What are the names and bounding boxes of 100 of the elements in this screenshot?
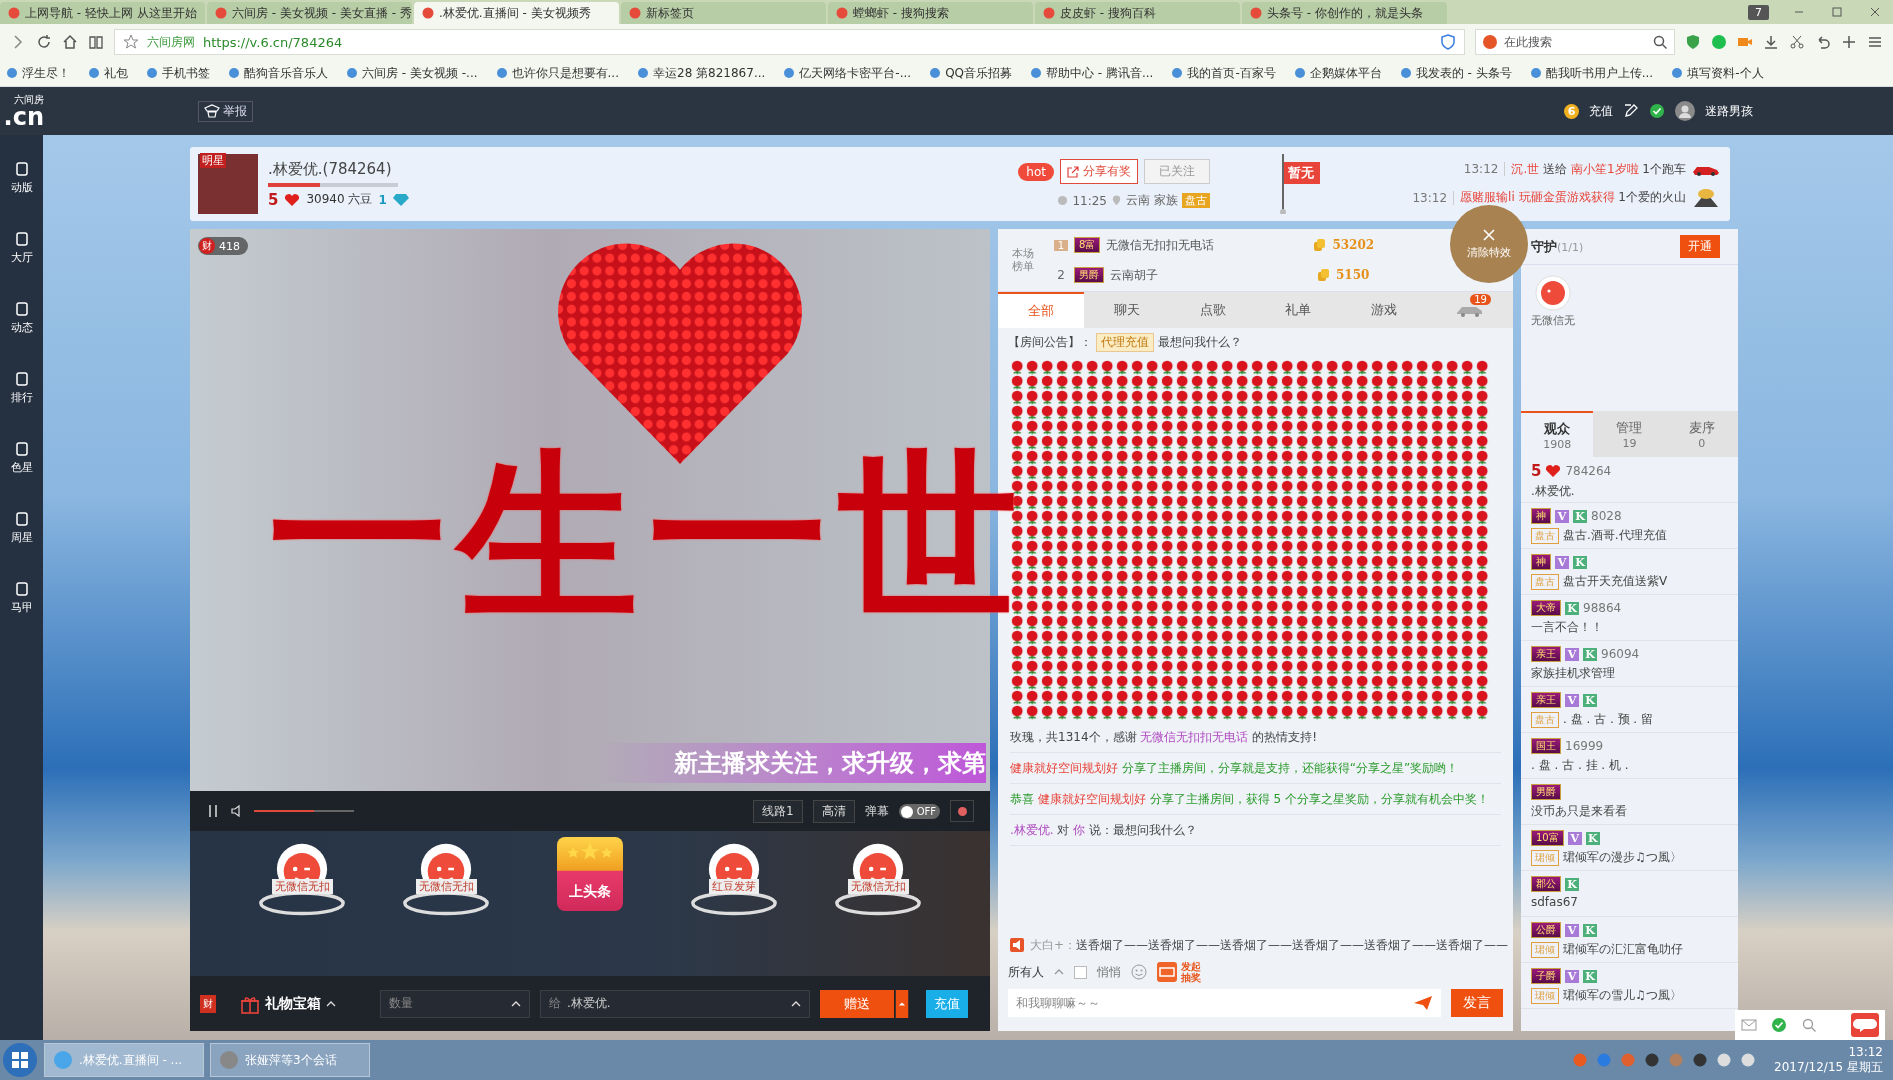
- user-name[interactable]: 云南胡子: [1110, 266, 1310, 284]
- pause-icon[interactable]: [206, 804, 220, 818]
- user-link[interactable]: 你: [1073, 823, 1086, 837]
- maximize-icon[interactable]: [1831, 6, 1843, 18]
- tray-icon[interactable]: [1740, 1052, 1756, 1068]
- browser-tab[interactable]: 皮皮虾 - 搜狗百科: [1035, 2, 1240, 24]
- refresh-icon[interactable]: [36, 34, 52, 50]
- browser-tab[interactable]: .林爱优.直播间 - 美女视频秀: [414, 2, 619, 24]
- browser-tab[interactable]: 六间房 - 美女视频 - 美女直播 - 秀: [207, 2, 412, 24]
- bookmark-item[interactable]: 手机书签: [146, 64, 210, 82]
- bookmark-item[interactable]: 企鹅媒体平台: [1293, 64, 1382, 82]
- audience-item[interactable]: 10富 V K 珺倾 珺倾军の漫步♫つ風〉: [1521, 825, 1738, 871]
- bookmark-item[interactable]: 我的首页-百家号: [1171, 64, 1276, 82]
- chat-bubble-icon[interactable]: [1851, 1013, 1879, 1037]
- audience-item[interactable]: 子爵 V K 珺倾 珺倾军の雪儿♫つ風〉: [1521, 963, 1738, 1009]
- book-icon[interactable]: [88, 34, 104, 50]
- browser-tab[interactable]: 头条号 - 你创作的，就是头条: [1242, 2, 1447, 24]
- search-field[interactable]: 在此搜索: [1475, 29, 1675, 55]
- audience-item[interactable]: 公爵 V K 珺倾 珺倾军の汇汇富龟叻仔: [1521, 917, 1738, 963]
- user-link[interactable]: 健康就好空间规划好: [1037, 792, 1146, 806]
- user-link[interactable]: 健康就好空间规划好: [1010, 761, 1118, 775]
- tray-icon[interactable]: [1716, 1052, 1732, 1068]
- tab-count-badge[interactable]: 7: [1748, 5, 1769, 20]
- audience-item[interactable]: 神 V K 8028 盘古 盘古.酒哥.代理充值: [1521, 503, 1738, 549]
- audience-item[interactable]: 亲王 V K 盘古 . 盘 . 古 . 预 . 留: [1521, 687, 1738, 733]
- send-gift-button[interactable]: 赠送: [820, 989, 894, 1018]
- chat-input[interactable]: 和我聊聊嘛～～: [1008, 989, 1441, 1017]
- quality-button[interactable]: 高清: [812, 799, 855, 823]
- recipient-field[interactable]: 给 .林爱优.: [540, 989, 810, 1018]
- audience-item[interactable]: 男爵 没币あ只是来看看: [1521, 779, 1738, 825]
- audience-item[interactable]: 神 V K 盘古 盘古开天充值送紫V: [1521, 549, 1738, 595]
- browser-tab[interactable]: 上网导航 - 轻快上网 从这里开始: [0, 2, 205, 24]
- dropdown-caret-icon[interactable]: [894, 989, 910, 1018]
- username-link[interactable]: 迷路男孩: [1705, 102, 1753, 120]
- gift-item[interactable]: 红豆发芽: [684, 837, 784, 917]
- sidebar-item[interactable]: 排行: [0, 360, 43, 416]
- menu-icon[interactable]: [1867, 34, 1883, 50]
- logo-text[interactable]: .cn: [3, 104, 44, 129]
- undo-icon[interactable]: [1815, 34, 1831, 50]
- chat-tab[interactable]: 点歌: [1169, 292, 1256, 328]
- recipient-label[interactable]: 所有人: [1008, 963, 1044, 981]
- user-name[interactable]: 无微信无扣扣无电话: [1106, 236, 1307, 254]
- zoom-icon[interactable]: [1801, 1017, 1817, 1033]
- sidebar-item[interactable]: 周星: [0, 500, 43, 556]
- share-button[interactable]: 分享有奖: [1060, 159, 1138, 184]
- record-button[interactable]: [950, 800, 974, 822]
- bookmark-item[interactable]: 浮生尽！: [6, 64, 70, 82]
- user-link[interactable]: 无微信无扣扣无电话: [1140, 730, 1249, 744]
- avatar-icon[interactable]: [1675, 101, 1695, 121]
- scissors-icon[interactable]: [1789, 34, 1805, 50]
- line-button[interactable]: 线路1: [753, 799, 803, 823]
- browser-tab[interactable]: 新标签页: [621, 2, 826, 24]
- browser-tab[interactable]: 螳螂虾 - 搜狗搜索: [828, 2, 1033, 24]
- chat-tab[interactable]: 聊天: [1083, 292, 1170, 328]
- check-icon[interactable]: [1771, 1017, 1787, 1033]
- open-guard-button[interactable]: 开通: [1680, 235, 1720, 258]
- tray-icon[interactable]: [1644, 1052, 1660, 1068]
- gift-item[interactable]: 无微信无扣: [252, 837, 352, 917]
- star-icon[interactable]: [123, 34, 139, 50]
- audience-item[interactable]: 5 784264 .林爱优.: [1521, 457, 1738, 503]
- report-button[interactable]: 举报: [198, 100, 253, 122]
- bookmark-item[interactable]: 礼包: [88, 64, 128, 82]
- gift-item[interactable]: 上头条: [540, 837, 640, 917]
- mail-icon[interactable]: [1741, 1017, 1757, 1033]
- audience-tab[interactable]: 麦序 0: [1665, 411, 1738, 457]
- plus-icon[interactable]: [1841, 34, 1857, 50]
- audience-tab[interactable]: 观众 1908: [1521, 411, 1594, 457]
- wealth-icon[interactable]: 财: [200, 994, 216, 1013]
- sidebar-item[interactable]: 动态: [0, 290, 43, 346]
- bookmark-item[interactable]: 酷狗音乐音乐人: [228, 64, 328, 82]
- send-button[interactable]: 发言: [1451, 989, 1503, 1017]
- sidebar-item[interactable]: 马甲: [0, 570, 43, 626]
- smiley-icon[interactable]: [1131, 964, 1147, 980]
- gift-item[interactable]: 无微信无扣: [396, 837, 496, 917]
- close-icon[interactable]: [1869, 6, 1881, 18]
- start-icon[interactable]: [2, 1042, 38, 1078]
- bookmark-item[interactable]: 填写资料-个人: [1671, 64, 1764, 82]
- audience-item[interactable]: 郡公 K sdfas67: [1521, 871, 1738, 917]
- download-icon[interactable]: [1763, 34, 1779, 50]
- sidebar-item[interactable]: 动版: [0, 150, 43, 206]
- sidebar-item[interactable]: 色星: [0, 430, 43, 486]
- whisper-checkbox[interactable]: [1074, 965, 1087, 979]
- edit-icon[interactable]: [1623, 103, 1639, 119]
- recharge-link[interactable]: 充值: [1589, 102, 1613, 120]
- chat-tab[interactable]: 全部: [998, 292, 1084, 328]
- sidebar-item[interactable]: 大厅: [0, 220, 43, 276]
- gift-item[interactable]: 无微信无扣: [828, 837, 928, 917]
- shield-icon[interactable]: [1440, 34, 1456, 50]
- gift-box-button[interactable]: 礼物宝箱: [240, 993, 370, 1014]
- search-icon[interactable]: [1652, 34, 1668, 50]
- bookmark-item[interactable]: QQ音乐招募: [929, 64, 1012, 82]
- audience-tab[interactable]: 管理 19: [1593, 411, 1666, 457]
- home-icon[interactable]: [62, 34, 78, 50]
- check-icon[interactable]: [1649, 103, 1665, 119]
- guard-member[interactable]: 无微信无: [1531, 275, 1575, 328]
- chat-tab[interactable]: 礼单: [1255, 292, 1342, 328]
- audience-item[interactable]: 大帝 K 98864 一言不合！！: [1521, 595, 1738, 641]
- audience-item[interactable]: 亲王 V K 96094 家族挂机求管理: [1521, 641, 1738, 687]
- tray-icon[interactable]: [1692, 1052, 1708, 1068]
- audience-item[interactable]: 国王 16999 . 盘 . 古 . 挂 . 机 .: [1521, 733, 1738, 779]
